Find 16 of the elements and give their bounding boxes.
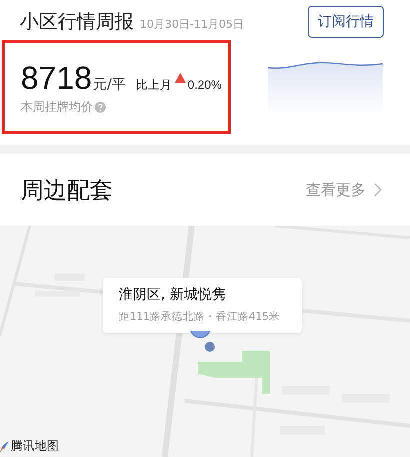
price-unit: 元/平 [93,76,126,94]
date-range: 10月30日-11月05日 [140,16,244,32]
chevron-right-icon[interactable] [374,183,382,197]
section-title: 周边配套 [21,176,113,206]
location-marker-icon[interactable] [190,331,216,353]
price-caption: 本周挂牌均价 [21,98,93,116]
section-title: 小区行情周报 [20,10,134,35]
change-value: 0.20% [188,78,222,92]
popup-detail: 距111路承德北路・香江路415米 [119,310,282,324]
popup-title: 淮阴区, 新城悦隽 [119,286,227,304]
map-provider: 腾讯地图 [11,438,59,455]
price-value: 8718 [21,58,92,96]
help-icon[interactable] [95,102,106,112]
subscribe-button[interactable]: 订阅行情 [308,6,384,38]
compare-label: 比上月 [136,76,172,94]
map-logo-icon [0,440,9,452]
